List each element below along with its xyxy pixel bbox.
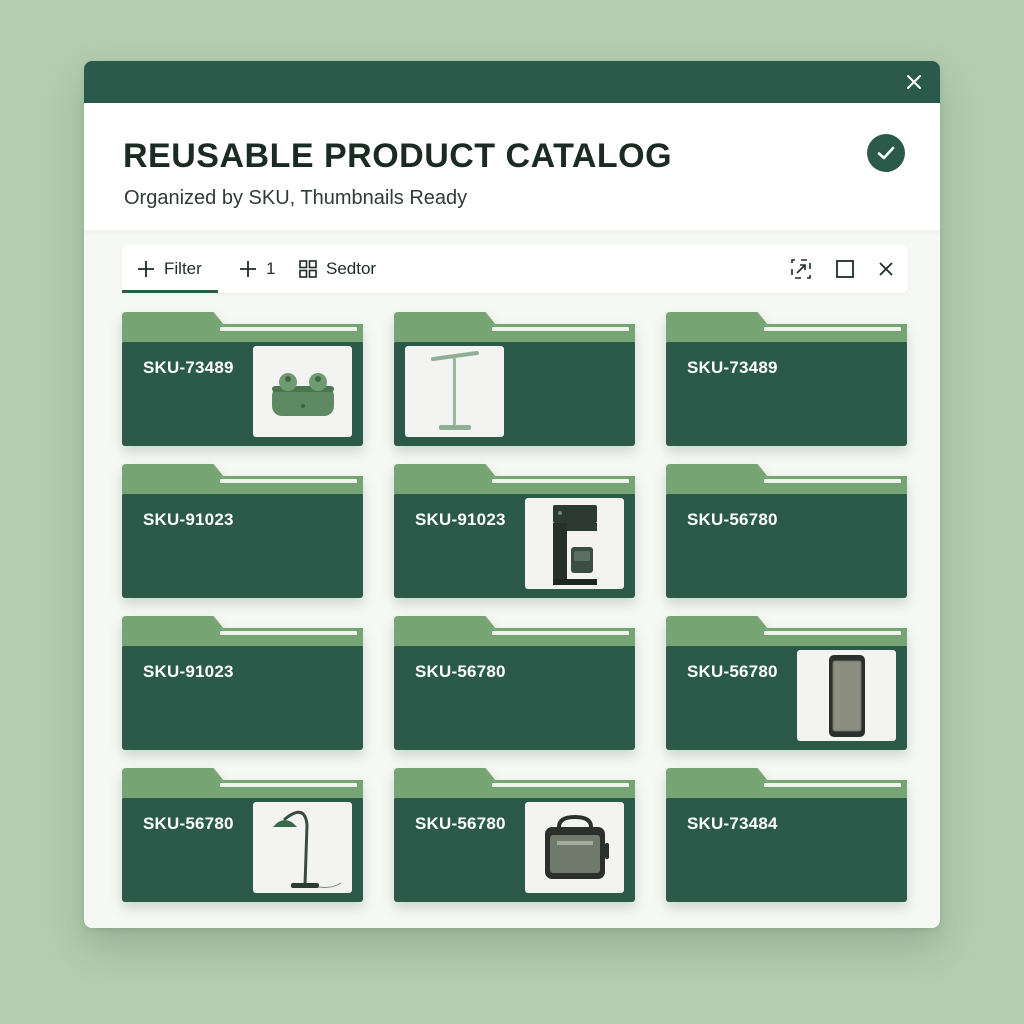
folder-paper	[220, 631, 357, 635]
folder-sku: SKU-91023	[143, 510, 234, 529]
folder-sku: SKU-73484	[687, 814, 778, 833]
thumbnail-desk-lamp[interactable]	[253, 802, 352, 893]
folder-card[interactable]: SKU-91023	[122, 616, 363, 750]
page-subtitle: Organized by SKU, Thumbnails Ready	[124, 187, 468, 209]
folder-card[interactable]: SKU-56780	[394, 768, 635, 902]
thumbnail-coffee-maker[interactable]	[525, 498, 624, 589]
thumbnail-air-purifier[interactable]	[797, 650, 896, 741]
title-bar	[84, 61, 940, 103]
folder-sku: SKU-91023	[415, 510, 506, 529]
page-title: REUSABLE PRODUCT CATALOG	[123, 137, 673, 175]
folder-card[interactable]: SKU-91023	[394, 464, 635, 598]
expand-button[interactable]	[790, 245, 812, 293]
close-panel-button[interactable]	[876, 245, 896, 293]
filter-label: Filter	[164, 259, 202, 278]
folder-sku: SKU-56780	[415, 662, 506, 681]
speaker-icon	[544, 814, 609, 879]
thumbnail-earbuds[interactable]	[253, 346, 352, 437]
folder-paper	[764, 783, 901, 787]
earbuds-icon	[271, 372, 334, 416]
folder-paper	[492, 479, 629, 483]
folder-sku: SKU-56780	[143, 814, 234, 833]
folder-card[interactable]: SKU-56780	[666, 464, 907, 598]
close-button[interactable]	[904, 72, 924, 92]
folder-card[interactable]: SKU-73489	[666, 312, 907, 446]
folder-paper	[492, 631, 629, 635]
folder-paper	[764, 327, 901, 331]
air-purifier-icon	[828, 654, 865, 737]
folder-sku: SKU-73489	[143, 358, 234, 377]
catalog-header: REUSABLE PRODUCT CATALOG Organized by SK…	[84, 103, 940, 230]
folder-card[interactable]: SKU-73489	[122, 312, 363, 446]
maximize-icon	[836, 260, 854, 278]
folder-sku: SKU-56780	[687, 510, 778, 529]
close-icon	[907, 75, 921, 89]
folder-paper	[764, 631, 901, 635]
desk-lamp-icon	[272, 810, 341, 888]
grid-icon	[299, 260, 317, 278]
folder-card[interactable]: SKU-56780	[666, 616, 907, 750]
folder-sku: SKU-56780	[415, 814, 506, 833]
folder-card[interactable]: SKU-73484	[666, 768, 907, 902]
folder-sku: SKU-56780	[687, 662, 778, 681]
add-filter-button[interactable]: 1	[238, 245, 275, 293]
folder-sku: SKU-73489	[687, 358, 778, 377]
close-icon	[879, 262, 893, 276]
folder-paper	[220, 479, 357, 483]
thumbnail-speaker[interactable]	[525, 802, 624, 893]
folder-paper	[220, 327, 357, 331]
status-check-button[interactable]	[867, 134, 905, 172]
folder-card[interactable]: SKU-56780	[122, 768, 363, 902]
plus-icon	[240, 261, 256, 277]
filter-button[interactable]: Filter	[122, 245, 218, 293]
catalog-window: REUSABLE PRODUCT CATALOG Organized by SK…	[84, 61, 940, 928]
folder-paper	[220, 783, 357, 787]
folder-paper	[492, 783, 629, 787]
folder-card[interactable]	[394, 312, 635, 446]
folder-card[interactable]: SKU-91023	[122, 464, 363, 598]
check-icon	[877, 146, 895, 160]
catalog-toolbar: Filter 1 Sedtor	[122, 245, 908, 293]
folder-paper	[764, 479, 901, 483]
sector-label: Sedtor	[326, 259, 377, 278]
expand-icon	[791, 259, 811, 279]
coffee-maker-icon	[552, 504, 597, 585]
filter-count: 1	[266, 259, 276, 278]
sector-button[interactable]: Sedtor	[298, 245, 376, 293]
folder-paper	[492, 327, 629, 331]
folder-sku: SKU-91023	[143, 662, 234, 681]
folder-card[interactable]: SKU-56780	[394, 616, 635, 750]
maximize-button[interactable]	[834, 245, 856, 293]
plus-icon	[138, 261, 154, 277]
floor-lamp-icon	[430, 350, 479, 430]
thumbnail-floor-lamp[interactable]	[405, 346, 504, 437]
